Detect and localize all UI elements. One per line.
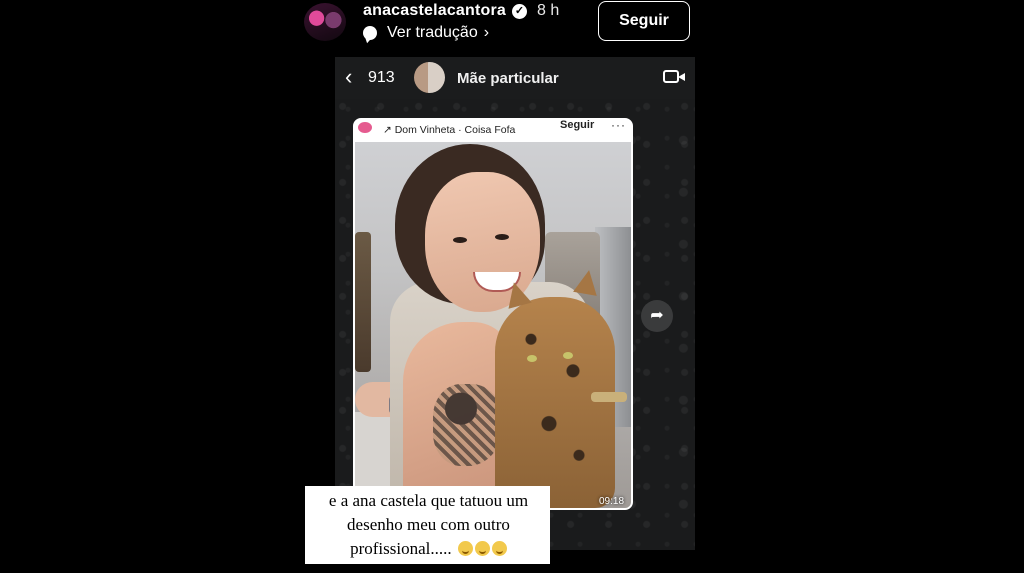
cat-ear xyxy=(573,268,601,296)
story-caption: e a ana castela que tatuou um desenho me… xyxy=(305,486,550,564)
photo-eye xyxy=(495,234,509,240)
see-translation-link[interactable]: Ver tradução › xyxy=(363,23,489,43)
post-photo xyxy=(355,142,631,508)
song-label: ↗ Dom Vinheta · Coisa Fofa xyxy=(383,124,516,136)
caption-line: e a ana castela que tatuou um xyxy=(328,491,529,510)
grinning-face-icon xyxy=(457,541,473,556)
username[interactable]: anacastelacantora xyxy=(363,2,506,20)
grinning-face-icon xyxy=(474,541,490,556)
chat-header: ‹ 913 Mãe particular xyxy=(335,57,695,99)
shared-post-bar: ↗ Dom Vinheta · Coisa Fofa Seguir ··· xyxy=(355,120,631,142)
cat-eye xyxy=(563,352,573,359)
cat-eye xyxy=(527,355,537,362)
post-author-avatar xyxy=(358,122,372,133)
photo-eye xyxy=(453,237,467,243)
chevron-right-icon: › xyxy=(483,24,490,41)
contact-avatar xyxy=(414,62,445,93)
shared-post-card: ↗ Dom Vinheta · Coisa Fofa Seguir ··· 09… xyxy=(353,118,633,510)
forward-icon[interactable]: ➦ xyxy=(641,300,673,332)
verified-badge-icon: ✓ xyxy=(512,4,527,19)
caption-line: profissional..... xyxy=(350,539,452,558)
photo-tattoo xyxy=(433,384,503,466)
video-call-icon xyxy=(663,70,685,83)
profile-avatar[interactable] xyxy=(304,3,346,41)
message-timestamp: 09:18 xyxy=(599,496,625,507)
chat-screenshot: ‹ 913 Mãe particular ↗ Dom Vinheta · Coi… xyxy=(335,57,695,550)
photo-cat xyxy=(495,297,615,508)
photo-bracelet xyxy=(591,392,627,402)
contact-name: Mãe particular xyxy=(457,70,559,87)
grinning-face-icon xyxy=(491,541,507,556)
more-options-icon: ··· xyxy=(611,118,626,132)
photo-guitar xyxy=(355,232,371,372)
see-translation-label: Ver tradução xyxy=(387,24,478,41)
follow-button[interactable]: Seguir xyxy=(598,1,690,41)
caption-line: desenho meu com outro xyxy=(347,515,510,534)
story-header: anacastelacantora ✓ 8 h Ver tradução › S… xyxy=(0,0,1024,50)
back-arrow-icon[interactable]: ‹ xyxy=(345,66,352,88)
post-time: 8 h xyxy=(537,2,560,19)
post-follow-button: Seguir xyxy=(560,119,595,131)
unread-count: 913 xyxy=(368,69,395,86)
speech-bubble-icon xyxy=(363,26,377,40)
